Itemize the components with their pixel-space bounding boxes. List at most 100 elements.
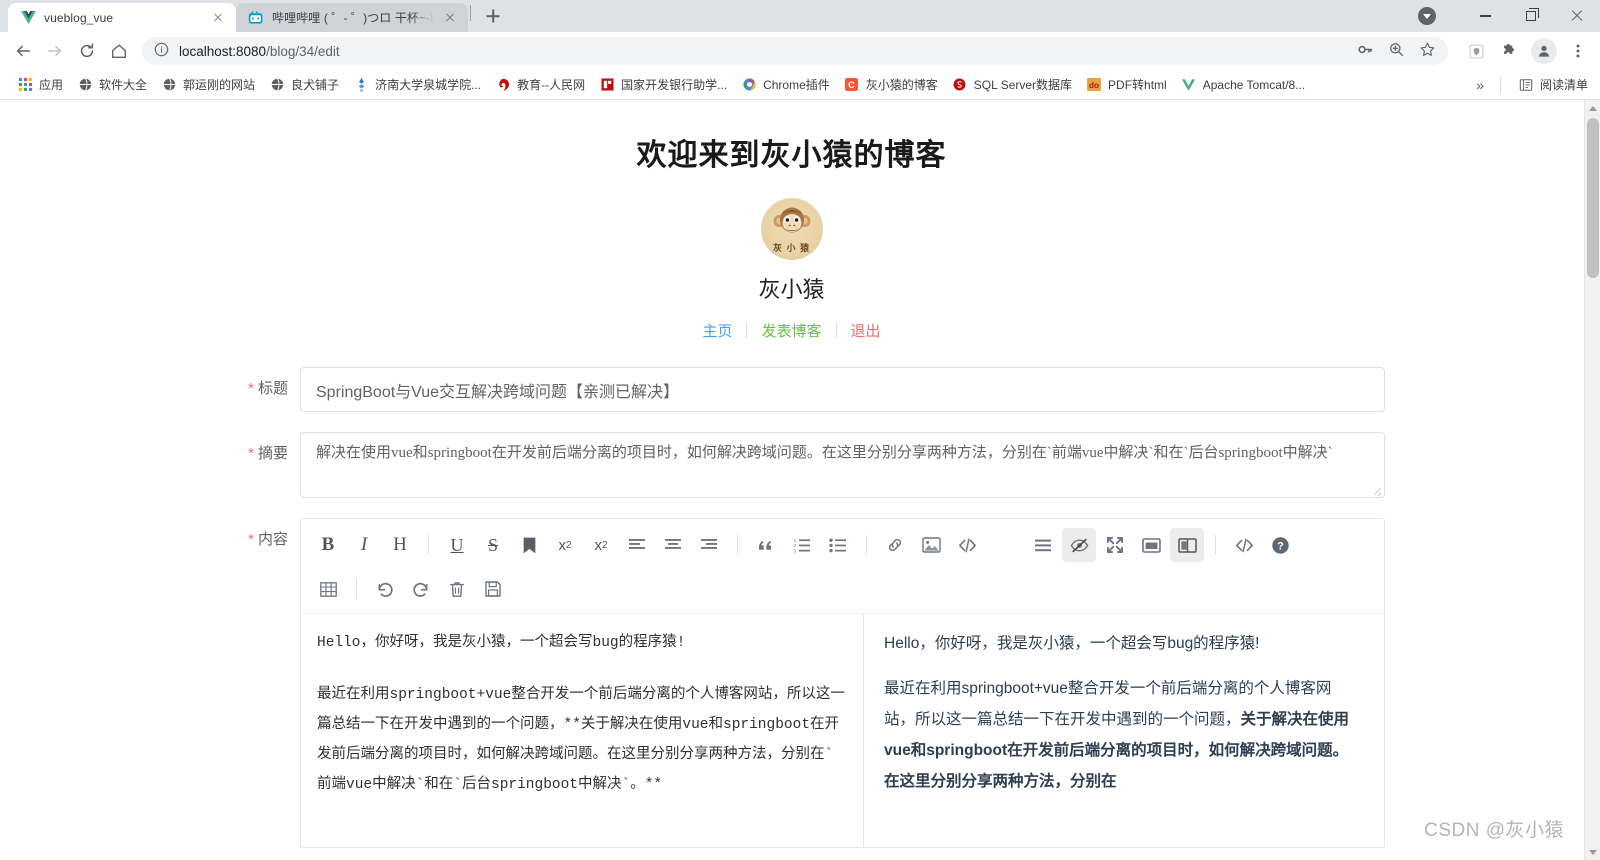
split-view-icon[interactable]	[1170, 528, 1204, 562]
code-block-icon[interactable]	[950, 528, 984, 562]
align-center-icon[interactable]	[656, 528, 690, 562]
bold-icon[interactable]: B	[311, 528, 345, 562]
three-dot-menu-icon[interactable]	[1564, 37, 1592, 65]
address-bar[interactable]: localhost:8080/blog/34/edit	[142, 37, 1448, 65]
update-arrow-icon[interactable]	[1418, 7, 1436, 25]
table-icon[interactable]	[311, 572, 345, 606]
forward-arrow-icon[interactable]	[40, 36, 70, 66]
mark-icon[interactable]	[512, 528, 546, 562]
page-title: 欢迎来到灰小猿的博客	[636, 139, 947, 172]
reading-list-button[interactable]: 阅读清单	[1511, 73, 1590, 96]
undo-icon[interactable]	[368, 572, 402, 606]
minimize-icon[interactable]	[1462, 0, 1508, 32]
markdown-toolbar-row-2	[311, 567, 1374, 611]
preview-paragraph: Hello，你好呀，我是灰小猿，一个超会写bug的程序猿!	[884, 635, 1260, 652]
nav-link-home[interactable]: 主页	[688, 320, 746, 341]
sqlserver-icon	[952, 77, 968, 93]
bookmark-label: 教育--人民网	[517, 78, 586, 92]
textarea-resize-handle[interactable]	[1372, 485, 1382, 495]
underline-icon[interactable]: U	[440, 528, 474, 562]
scroll-up-arrow-icon[interactable]	[1585, 100, 1600, 116]
content-label: * 内容	[0, 518, 300, 562]
summary-textarea[interactable]: 解决在使用vue和springboot在开发前后端分离的项目时，如何解决跨域问题…	[300, 432, 1385, 498]
link-icon[interactable]	[878, 528, 912, 562]
align-right-icon[interactable]	[692, 528, 726, 562]
align-left-icon[interactable]	[620, 528, 654, 562]
zoom-in-icon[interactable]	[1388, 41, 1405, 61]
bookmark-item[interactable]: 国家开发银行助学...	[592, 73, 734, 96]
bookmark-label: SQL Server数据库	[973, 78, 1073, 92]
quote-icon[interactable]	[749, 528, 783, 562]
shield-icon[interactable]	[1462, 37, 1490, 65]
bookmark-item[interactable]: 郭运刚的网站	[154, 73, 262, 96]
browser-tab-inactive[interactable]: 哔哩哔哩 ( ゜- ゜)つロ 干杯~-bili	[236, 3, 468, 32]
svg-text:?: ?	[1277, 540, 1284, 552]
bookmark-item[interactable]: Apache Tomcat/8...	[1174, 74, 1313, 96]
browser-tab-active[interactable]: vueblog_vue	[8, 3, 236, 32]
info-circle-icon[interactable]	[154, 42, 169, 60]
tab-close-icon[interactable]	[442, 10, 458, 26]
bookmark-item[interactable]: 济南大学泉城学院...	[346, 73, 488, 96]
profile-avatar-icon[interactable]	[1530, 37, 1558, 65]
nav-link-logout[interactable]: 退出	[837, 320, 895, 341]
form-row-title: * 标题 SpringBoot与Vue交互解决跨域问题【亲测已解决】	[0, 367, 1583, 412]
subscript-icon[interactable]: x2	[584, 528, 618, 562]
bookmark-star-icon[interactable]	[1419, 41, 1436, 61]
vue-logo-icon	[20, 10, 36, 26]
site-icon	[353, 77, 369, 93]
bookmark-item[interactable]: 良犬铺子	[262, 73, 346, 96]
form-row-content: * 内容 B I H U S x 2 x 2 1 2 3 ? Hello，你好呀…	[0, 518, 1583, 848]
title-input[interactable]: SpringBoot与Vue交互解决跨域问题【亲测已解决】	[300, 367, 1385, 412]
reading-list-label: 阅读清单	[1539, 78, 1588, 92]
page-fullscreen-icon[interactable]	[1134, 528, 1168, 562]
image-icon[interactable]	[914, 528, 948, 562]
scroll-down-arrow-icon[interactable]	[1585, 844, 1600, 860]
heading-icon[interactable]: H	[383, 528, 417, 562]
form-row-summary: * 摘要 解决在使用vue和springboot在开发前后端分离的项目时，如何解决…	[0, 432, 1583, 498]
bookmarks-overflow-button[interactable]: »	[1470, 77, 1490, 93]
redo-icon[interactable]	[404, 572, 438, 606]
bookmark-item[interactable]: 教育--人民网	[488, 73, 592, 96]
scrollbar-thumb[interactable]	[1587, 118, 1599, 278]
svg-text:3: 3	[794, 548, 797, 553]
extensions-puzzle-icon[interactable]	[1496, 37, 1524, 65]
bookmark-item[interactable]: C 灰小猿的博客	[837, 73, 945, 96]
page-scrollbar[interactable]	[1584, 100, 1600, 860]
reload-icon[interactable]	[72, 36, 102, 66]
superscript-icon[interactable]: x2	[548, 528, 582, 562]
bookmark-item[interactable]: do PDF转html	[1079, 73, 1174, 96]
close-icon[interactable]	[1554, 0, 1600, 32]
bookmark-item[interactable]: Chrome插件	[734, 73, 837, 96]
italic-icon[interactable]: I	[347, 528, 381, 562]
trash-icon[interactable]	[440, 572, 474, 606]
title-label-text: 标题	[257, 380, 288, 397]
globe-icon	[161, 77, 177, 93]
bookmark-item[interactable]: 软件大全	[70, 73, 154, 96]
bookmark-item[interactable]: SQL Server数据库	[945, 73, 1079, 96]
unordered-list-icon[interactable]	[821, 528, 855, 562]
maximize-icon[interactable]	[1508, 0, 1554, 32]
bookmark-apps[interactable]: 应用	[10, 73, 70, 96]
profile-username: 灰小猿	[758, 277, 825, 302]
fullscreen-icon[interactable]	[1098, 528, 1132, 562]
tab-close-icon[interactable]	[210, 10, 226, 26]
strikethrough-icon[interactable]: S	[476, 528, 510, 562]
svg-text:do: do	[1089, 80, 1099, 90]
ordered-list-icon[interactable]: 123	[785, 528, 819, 562]
globe-icon	[269, 77, 285, 93]
markdown-source-pane[interactable]: Hello，你好呀，我是灰小猿，一个超会写bug的程序猿! 最近在利用sprin…	[301, 614, 864, 847]
save-icon[interactable]	[476, 572, 510, 606]
back-arrow-icon[interactable]	[8, 36, 38, 66]
view-html-icon[interactable]	[1227, 528, 1261, 562]
toolbar-separator	[737, 535, 738, 555]
nav-link-post-blog[interactable]: 发表博客	[747, 320, 835, 341]
key-icon[interactable]	[1357, 41, 1374, 61]
preview-toggle-icon[interactable]	[1062, 528, 1096, 562]
toc-icon[interactable]	[1026, 528, 1060, 562]
toolbar-separator	[428, 535, 429, 555]
help-icon[interactable]: ?	[1263, 528, 1297, 562]
new-tab-button[interactable]	[479, 2, 507, 30]
bookmark-label: 国家开发银行助学...	[621, 78, 728, 92]
home-icon[interactable]	[104, 36, 134, 66]
tab-divider	[470, 5, 471, 21]
